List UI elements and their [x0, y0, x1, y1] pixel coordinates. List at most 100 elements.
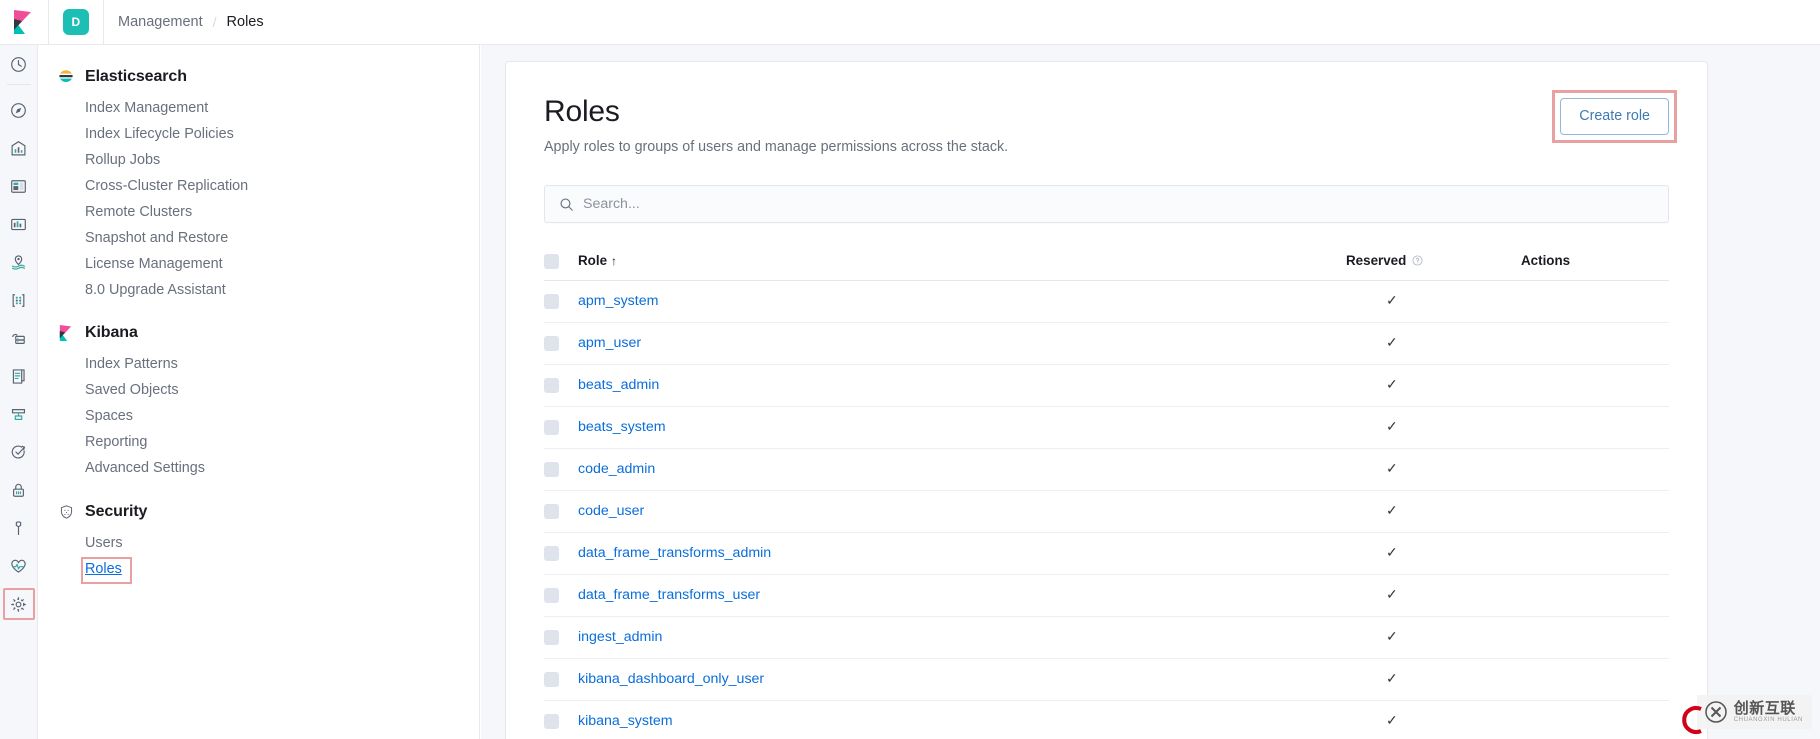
- row-checkbox[interactable]: [544, 336, 559, 352]
- nav-group-title-elasticsearch: Elasticsearch: [85, 68, 187, 85]
- roles-table-head: Role ↑ Reserved Actions: [544, 245, 1669, 281]
- reserved-cell: ✓: [1346, 280, 1521, 323]
- row-select-cell: [544, 448, 578, 491]
- sidebar-link-users[interactable]: Users: [38, 530, 479, 556]
- create-role-highlight-box: Create role: [1552, 90, 1677, 143]
- roles-table: Role ↑ Reserved Actions apm_system ✓ apm…: [544, 245, 1669, 739]
- select-all-checkbox[interactable]: [544, 253, 559, 269]
- breadcrumb-roles[interactable]: Roles: [227, 14, 264, 30]
- space-avatar[interactable]: D: [63, 9, 89, 35]
- row-checkbox[interactable]: [544, 504, 559, 520]
- reserved-check-icon: ✓: [1386, 377, 1398, 394]
- reserved-check-icon: ✓: [1386, 461, 1398, 478]
- role-link[interactable]: kibana_dashboard_only_user: [578, 671, 764, 687]
- question-mark-icon[interactable]: [1411, 255, 1423, 267]
- role-link[interactable]: apm_system: [578, 293, 658, 309]
- sidebar-link-saved-objects[interactable]: Saved Objects: [38, 377, 479, 403]
- sidebar-link-spaces[interactable]: Spaces: [38, 403, 479, 429]
- visualize-icon[interactable]: [0, 129, 38, 167]
- row-select-cell: [544, 322, 578, 365]
- breadcrumb: Management / Roles: [104, 0, 264, 45]
- maps-icon[interactable]: [0, 243, 38, 281]
- page-subtitle: Apply roles to groups of users and manag…: [544, 139, 1009, 155]
- table-row: beats_admin ✓: [544, 364, 1669, 407]
- row-checkbox[interactable]: [544, 630, 559, 646]
- role-link[interactable]: data_frame_transforms_user: [578, 587, 760, 603]
- dev-tools-wrench-icon[interactable]: [0, 509, 38, 547]
- row-checkbox[interactable]: [544, 378, 559, 394]
- sidebar-link-index-management[interactable]: Index Management: [38, 95, 479, 121]
- nav-group-header-security: Security: [38, 498, 479, 526]
- header-divider-left: [48, 0, 49, 45]
- reserved-check-icon: ✓: [1386, 713, 1398, 730]
- breadcrumb-management[interactable]: Management: [118, 14, 203, 30]
- search-input[interactable]: [545, 186, 1668, 222]
- nav-item-upgrade-assistant: 8.0 Upgrade Assistant: [38, 277, 479, 303]
- actions-cell: [1521, 616, 1669, 659]
- nav-item-rollup-jobs: Rollup Jobs: [38, 147, 479, 173]
- management-gear-icon[interactable]: [0, 585, 38, 623]
- infrastructure-icon[interactable]: [0, 319, 38, 357]
- row-checkbox[interactable]: [544, 672, 559, 688]
- sort-ascending-icon: ↑: [611, 254, 618, 269]
- create-role-button[interactable]: Create role: [1560, 98, 1669, 135]
- sidebar-link-snapshot-and-restore[interactable]: Snapshot and Restore: [38, 225, 479, 251]
- role-column-header[interactable]: Role ↑: [578, 245, 1346, 281]
- uptime-icon[interactable]: [0, 433, 38, 471]
- row-select-cell: [544, 490, 578, 533]
- row-select-cell: [544, 616, 578, 659]
- row-select-cell: [544, 700, 578, 739]
- role-link[interactable]: kibana_system: [578, 713, 673, 729]
- sidebar-link-license-management[interactable]: License Management: [38, 251, 479, 277]
- row-checkbox[interactable]: [544, 588, 559, 604]
- sidebar-link-remote-clusters[interactable]: Remote Clusters: [38, 199, 479, 225]
- role-link[interactable]: apm_user: [578, 335, 641, 351]
- role-name-cell: apm_system: [578, 280, 1346, 323]
- sidebar-link-roles[interactable]: Roles: [85, 556, 122, 582]
- role-link[interactable]: beats_system: [578, 419, 666, 435]
- roles-search-row: [544, 185, 1669, 223]
- canvas-icon[interactable]: [0, 205, 38, 243]
- role-link[interactable]: code_user: [578, 503, 644, 519]
- sidebar-link-reporting[interactable]: Reporting: [38, 429, 479, 455]
- role-link[interactable]: beats_admin: [578, 377, 659, 393]
- reserved-cell: ✓: [1346, 322, 1521, 365]
- monitoring-heart-icon[interactable]: [0, 547, 38, 585]
- role-link[interactable]: ingest_admin: [578, 629, 662, 645]
- reserved-cell: ✓: [1346, 448, 1521, 491]
- row-checkbox[interactable]: [544, 420, 559, 436]
- sidebar-link-advanced-settings[interactable]: Advanced Settings: [38, 455, 479, 481]
- role-name-cell: data_frame_transforms_admin: [578, 532, 1346, 575]
- machine-learning-icon[interactable]: [0, 281, 38, 319]
- kibana-logo-icon[interactable]: [0, 0, 48, 45]
- actions-cell: [1521, 406, 1669, 449]
- actions-cell: [1521, 490, 1669, 533]
- role-link[interactable]: data_frame_transforms_admin: [578, 545, 771, 561]
- actions-cell: [1521, 364, 1669, 407]
- reserved-check-icon: ✓: [1386, 335, 1398, 352]
- nav-item-roles: Roles: [38, 556, 479, 584]
- siem-lock-icon[interactable]: [0, 471, 38, 509]
- recently-viewed-icon[interactable]: [0, 45, 38, 83]
- nav-item-saved-objects: Saved Objects: [38, 377, 479, 403]
- reserved-check-icon: ✓: [1386, 503, 1398, 520]
- sidebar-link-cross-cluster-replication[interactable]: Cross-Cluster Replication: [38, 173, 479, 199]
- role-link[interactable]: code_admin: [578, 461, 655, 477]
- nav-group-elasticsearch: Elasticsearch Index Management Index Lif…: [38, 63, 479, 303]
- row-checkbox[interactable]: [544, 462, 559, 478]
- dashboard-icon[interactable]: [0, 167, 38, 205]
- table-row: apm_user ✓: [544, 322, 1669, 365]
- logs-icon[interactable]: [0, 357, 38, 395]
- roles-search-box[interactable]: [544, 185, 1669, 223]
- sidebar-link-upgrade-assistant[interactable]: 8.0 Upgrade Assistant: [38, 277, 479, 303]
- row-checkbox[interactable]: [544, 546, 559, 562]
- nav-group-title-kibana: Kibana: [85, 324, 138, 341]
- discover-icon[interactable]: [0, 91, 38, 129]
- sidebar-link-index-patterns[interactable]: Index Patterns: [38, 351, 479, 377]
- apm-icon[interactable]: [0, 395, 38, 433]
- sidebar-link-index-lifecycle-policies[interactable]: Index Lifecycle Policies: [38, 121, 479, 147]
- sidebar-link-rollup-jobs[interactable]: Rollup Jobs: [38, 147, 479, 173]
- row-checkbox[interactable]: [544, 294, 559, 310]
- row-checkbox[interactable]: [544, 714, 559, 730]
- row-select-cell: [544, 280, 578, 323]
